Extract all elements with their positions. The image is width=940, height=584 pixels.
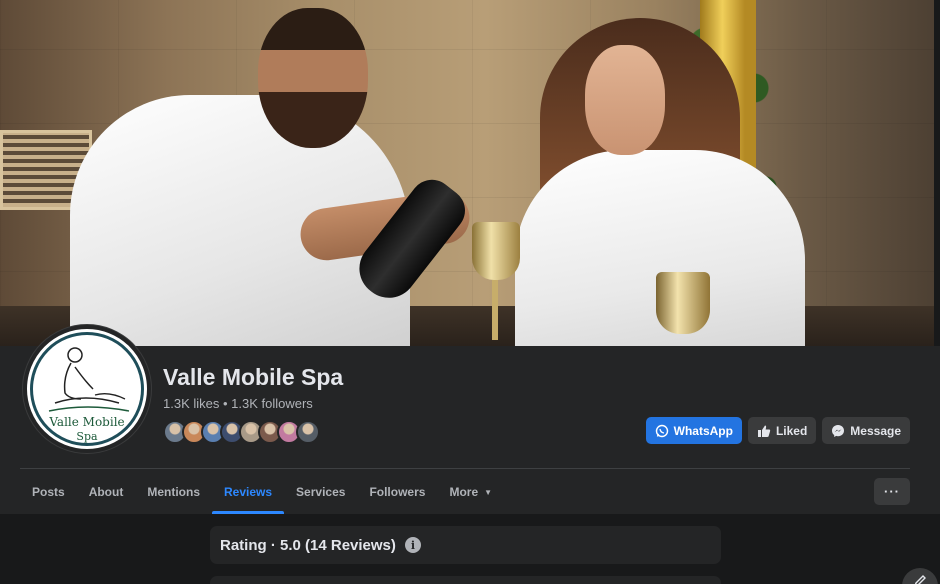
tab-more[interactable]: More ▼ — [437, 470, 504, 514]
message-label: Message — [850, 423, 901, 438]
whatsapp-icon — [655, 424, 668, 437]
page-tabs: Posts About Mentions Reviews Services Followe… — [20, 470, 504, 514]
rating-card: Rating · 5.0 (14 Reviews) i — [210, 526, 721, 564]
tab-label: Posts — [32, 485, 65, 499]
thumbs-up-icon — [757, 425, 771, 437]
profile-avatar[interactable]: Valle Mobile Spa — [23, 325, 151, 453]
tab-about[interactable]: About — [77, 470, 136, 514]
cover-glass-right — [656, 272, 710, 334]
tab-label: Services — [296, 485, 346, 499]
cover-woman-face — [585, 45, 665, 155]
header-divider — [20, 468, 910, 469]
logo-text-line1: Valle Mobile — [49, 415, 125, 429]
tab-label: Followers — [369, 485, 426, 499]
caret-down-icon: ▼ — [484, 487, 493, 497]
tab-posts[interactable]: Posts — [20, 470, 77, 514]
compose-icon — [914, 575, 926, 584]
cover-glass-stem — [492, 280, 498, 340]
tab-services[interactable]: Services — [284, 470, 357, 514]
page-actions: WhatsApp Liked Message — [645, 417, 910, 444]
message-button[interactable]: Message — [822, 417, 910, 444]
friend-avatars[interactable] — [163, 420, 320, 444]
rating-title: Rating · 5.0 (14 Reviews) — [220, 536, 396, 554]
page-stats[interactable]: 1.3K likes • 1.3K followers — [163, 396, 313, 411]
tab-reviews[interactable]: Reviews — [212, 470, 285, 514]
cover-man-head — [258, 8, 368, 148]
friend-avatar[interactable] — [296, 420, 320, 444]
liked-button[interactable]: Liked — [747, 417, 817, 444]
massage-logo-icon — [48, 347, 130, 412]
facebook-page: Valle Mobile Spa Valle Mobile Spa 1.3K l… — [0, 0, 940, 584]
info-icon[interactable]: i — [404, 537, 421, 553]
tab-followers[interactable]: Followers — [357, 470, 437, 514]
messenger-icon — [832, 424, 845, 437]
more-options-button[interactable]: ··· — [874, 478, 910, 505]
page-title[interactable]: Valle Mobile Spa — [163, 364, 343, 391]
tab-label: About — [88, 485, 124, 499]
logo-text-line2: Spa — [76, 430, 98, 443]
liked-label: Liked — [775, 423, 808, 438]
whatsapp-button[interactable]: WhatsApp — [645, 417, 742, 444]
review-card — [210, 576, 721, 584]
tab-label: Mentions — [147, 485, 201, 499]
cover-glass-left — [472, 222, 520, 280]
tab-mentions[interactable]: Mentions — [135, 470, 212, 514]
tab-label: More — [449, 485, 479, 499]
whatsapp-label: WhatsApp — [673, 423, 733, 438]
cover-photo[interactable] — [0, 0, 934, 346]
tab-label: Reviews — [224, 485, 273, 499]
